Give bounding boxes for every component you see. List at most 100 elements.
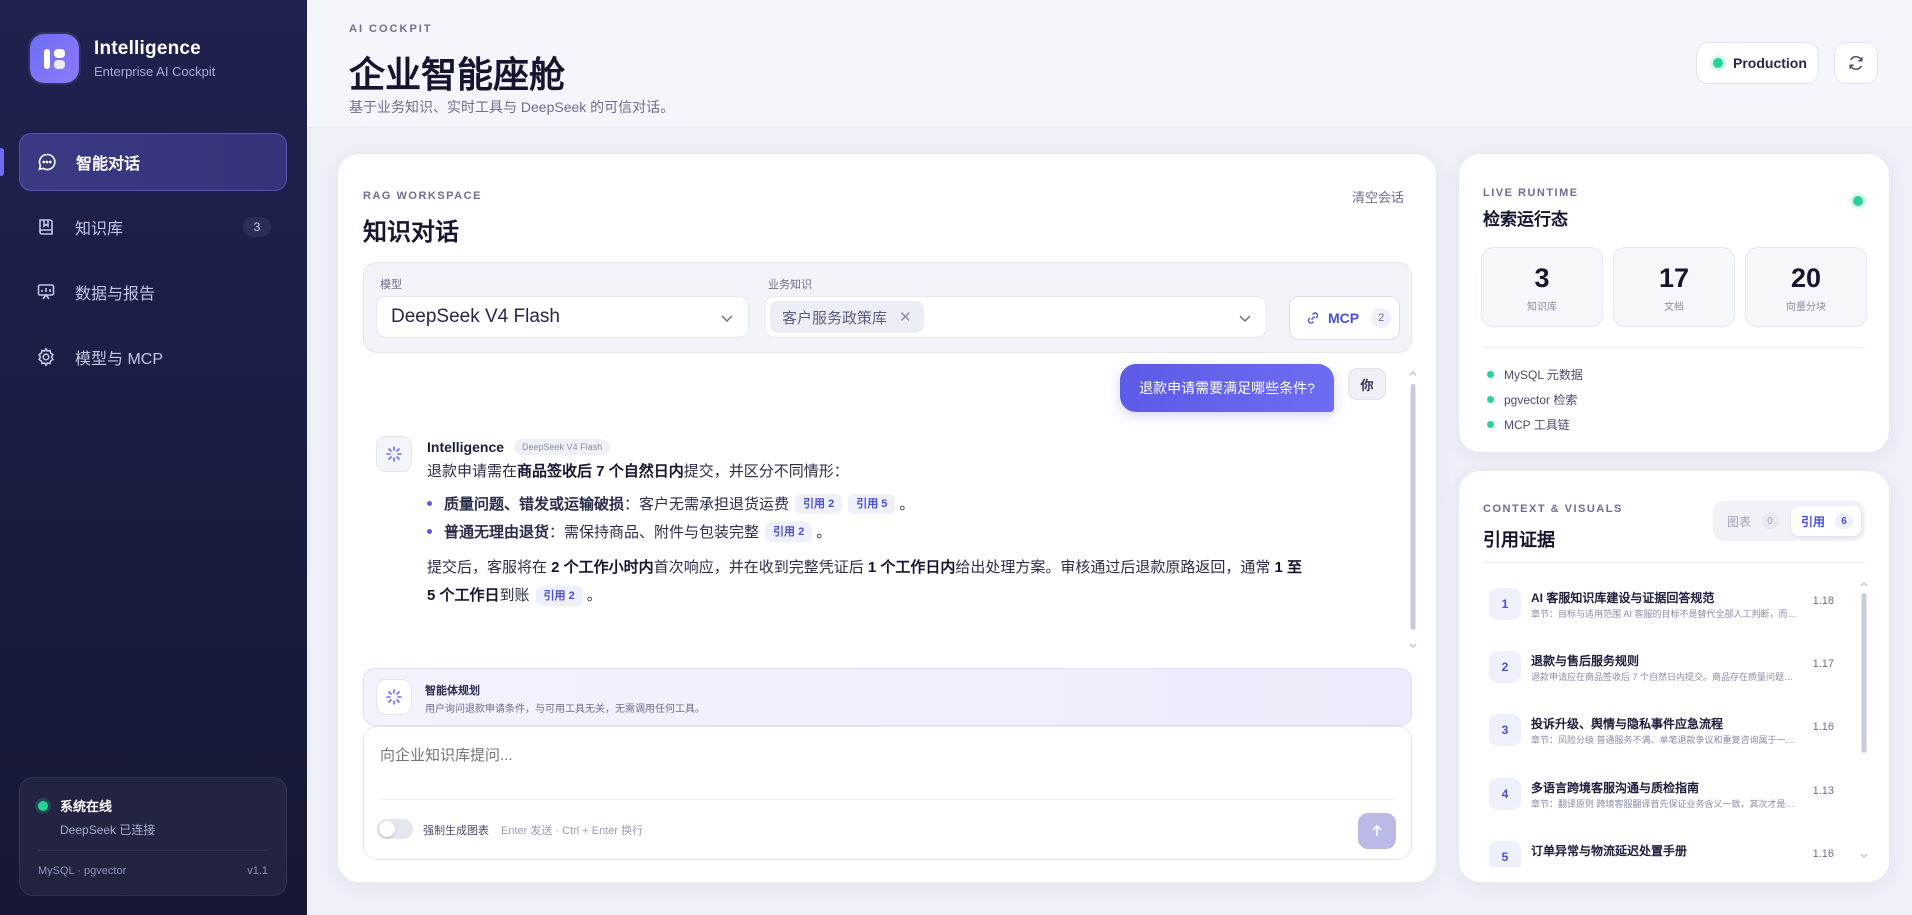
composer-divider <box>380 799 1395 800</box>
brand[interactable]: Intelligence Enterprise AI Cockpit <box>30 34 215 83</box>
sidebar-item-models[interactable]: 模型与 MCP <box>19 328 287 386</box>
spinner-icon <box>386 446 402 462</box>
stat-label: 文档 <box>1664 302 1684 313</box>
tab-count: 0 <box>1761 513 1780 529</box>
service-status-dot <box>1487 371 1494 378</box>
ai-model-chip: DeepSeek V4 Flash <box>514 439 611 455</box>
control-bar: 模型 DeepSeek V4 Flash 业务知识 客户服务政策库 ✕ MCP … <box>363 262 1412 353</box>
stat-value: 20 <box>1790 263 1822 293</box>
context-divider <box>1483 562 1865 563</box>
answer-bold: 5 个工作日 <box>427 587 500 604</box>
answer-text: 到账 <box>499 587 530 604</box>
bullet-text: 。 <box>899 496 915 513</box>
model-label: 模型 <box>380 279 402 291</box>
context-eyebrow: CONTEXT & VISUALS <box>1483 503 1623 515</box>
agent-planning-bar: 智能体规划 用户询问退款申请条件，与可用工具无关，无需调用任何工具。 <box>363 668 1412 726</box>
sidebar-nav: 智能对话 知识库 3 数据与报告 模型与 MCP <box>19 133 287 393</box>
bullet-dot <box>427 529 432 534</box>
bullet-text: 。 <box>816 524 832 541</box>
answer-text: 。 <box>586 587 602 604</box>
mcp-button[interactable]: MCP 2 <box>1289 296 1400 340</box>
knowledge-tag: 客户服务政策库 ✕ <box>770 301 924 333</box>
arrow-up-icon <box>1372 824 1382 836</box>
context-title: 引用证据 <box>1483 530 1555 550</box>
tab-charts[interactable]: 图表 0 <box>1717 506 1787 536</box>
sidebar-item-label: 知识库 <box>75 221 124 238</box>
citation-item[interactable]: 4 多语言跨境客服沟通与质检指南 章节：翻译原则 跨境客服翻译首先保证业务含义一… <box>1489 775 1839 829</box>
citation-number: 3 <box>1489 714 1521 746</box>
live-runtime-card: LIVE RUNTIME 检索运行态 3 知识库 17 文档 20 向量分块 M… <box>1458 153 1890 453</box>
answer-bold: 商品签收后 7 个自然日内 <box>517 463 684 480</box>
citation-score: 1.17 <box>1812 658 1834 670</box>
stat-documents: 17 文档 <box>1613 247 1735 327</box>
stat-knowledge-bases: 3 知识库 <box>1481 247 1603 327</box>
workspace-title: 知识对话 <box>363 219 459 246</box>
system-status-card: 系统在线 DeepSeek 已连接 MySQL · pgvector v1.1 <box>19 777 287 896</box>
citation-link[interactable]: 引用 2 <box>535 586 583 606</box>
stat-value: 3 <box>1534 263 1550 293</box>
citation-excerpt: 章节：目标与适用范围 AI 客服的目标不是替代全部人工判断，而是在知识可信的前提… <box>1531 609 1801 619</box>
citation-link[interactable]: 引用 2 <box>765 521 813 542</box>
citation-list: 1 AI 客服知识库建设与证据回答规范 章节：目标与适用范围 AI 客服的目标不… <box>1459 581 1891 867</box>
environment-label: Production <box>1733 55 1807 71</box>
chat-thread: 退款申请需要满足哪些条件? 你 Intelligence DeepSeek V4… <box>363 364 1425 664</box>
citation-item[interactable]: 2 退款与售后服务规则 退款申请应在商品签收后 7 个自然日内提交。商品存在质量… <box>1489 648 1839 702</box>
page-header: AI COCKPIT 企业智能座舱 基于业务知识、实时工具与 DeepSeek … <box>307 0 1912 128</box>
tab-label: 图表 <box>1727 514 1752 529</box>
chart-icon <box>35 281 57 303</box>
send-button[interactable] <box>1358 813 1396 849</box>
system-stack: MySQL · pgvector <box>38 865 127 877</box>
remove-tag-icon[interactable]: ✕ <box>899 308 912 326</box>
citation-item[interactable]: 5 订单异常与物流延迟处置手册 1.16 <box>1489 838 1839 867</box>
citation-link[interactable]: 引用 2 <box>795 493 843 514</box>
answer-bold: 1 至 <box>1274 559 1303 576</box>
bullet-bold: 普通无理由退货 <box>444 524 550 541</box>
mcp-label: MCP <box>1328 310 1360 326</box>
knowledge-count-badge: 3 <box>243 217 271 237</box>
stat-vector-chunks: 20 向量分块 <box>1745 247 1867 327</box>
sidebar: Intelligence Enterprise AI Cockpit 智能对话 … <box>0 0 307 915</box>
mcp-count: 2 <box>1371 308 1392 328</box>
page-subtitle: 基于业务知识、实时工具与 DeepSeek 的可信对话。 <box>349 99 675 115</box>
service-mcp: MCP 工具链 <box>1487 416 1570 433</box>
stat-value: 17 <box>1658 263 1690 293</box>
citation-title: 投诉升级、舆情与隐私事件应急流程 <box>1531 717 1724 731</box>
service-status-dot <box>1487 421 1494 428</box>
citation-item[interactable]: 3 投诉升级、舆情与隐私事件应急流程 章节：风险分级 普通服务不满、单笔退款争议… <box>1489 711 1839 765</box>
sidebar-item-knowledge[interactable]: 知识库 3 <box>19 198 287 256</box>
citation-title: 订单异常与物流延迟处置手册 <box>1531 844 1688 858</box>
chevron-down-icon <box>721 315 733 323</box>
gear-icon <box>35 346 57 368</box>
answer-paragraph-1: 退款申请需在商品签收后 7 个自然日内提交，并区分不同情形： <box>427 460 1327 484</box>
tab-citations[interactable]: 引用 6 <box>1791 506 1861 536</box>
citation-scrollbar[interactable] <box>1860 579 1868 869</box>
environment-button[interactable]: Production <box>1696 42 1819 84</box>
citation-link[interactable]: 引用 5 <box>848 493 896 514</box>
ai-name: Intelligence DeepSeek V4 Flash <box>427 439 611 455</box>
question-input[interactable] <box>380 747 1280 764</box>
refresh-button[interactable] <box>1834 42 1878 84</box>
citation-item[interactable]: 1 AI 客服知识库建设与证据回答规范 章节：目标与适用范围 AI 客服的目标不… <box>1489 585 1839 639</box>
model-select-value: DeepSeek V4 Flash <box>391 306 560 327</box>
sidebar-item-reports[interactable]: 数据与报告 <box>19 263 287 321</box>
sidebar-item-chat[interactable]: 智能对话 <box>19 133 287 191</box>
knowledge-select[interactable]: 客户服务政策库 ✕ <box>764 296 1267 338</box>
citation-score: 1.16 <box>1812 848 1834 860</box>
citation-number: 1 <box>1489 588 1521 620</box>
citation-number: 4 <box>1489 778 1521 810</box>
header-eyebrow: AI COCKPIT <box>349 23 433 35</box>
answer-text: 提交，并区分不同情形： <box>683 463 849 480</box>
bullet-text: ：需保持商品、附件与包装完整 <box>549 524 760 541</box>
citation-number: 5 <box>1489 841 1521 867</box>
agent-planning-subtitle: 用户询问退款申请条件，与可用工具无关，无需调用任何工具。 <box>425 704 705 715</box>
answer-text: 退款申请需在 <box>427 463 518 480</box>
answer-bullet-2: 普通无理由退货 ：需保持商品、附件与包装完整 引用 2 。 <box>427 521 831 542</box>
bullet-text: ：客户无需承担退货运费 <box>624 496 790 513</box>
force-chart-toggle[interactable] <box>377 819 413 839</box>
chat-scrollbar[interactable] <box>1409 368 1417 668</box>
clear-conversation-button[interactable]: 清空会话 <box>1352 187 1404 206</box>
runtime-eyebrow: LIVE RUNTIME <box>1483 187 1579 199</box>
model-select[interactable]: DeepSeek V4 Flash <box>376 296 749 338</box>
ai-avatar <box>376 436 412 472</box>
knowledge-tag-label: 客户服务政策库 <box>782 309 888 327</box>
